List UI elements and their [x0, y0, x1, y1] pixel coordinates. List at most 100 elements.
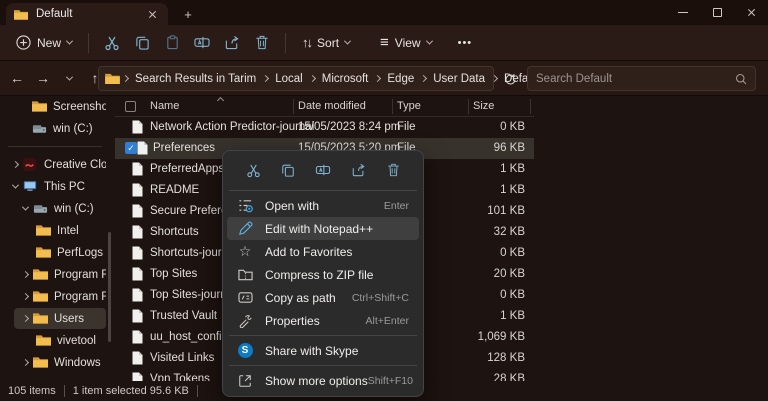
copy-icon [281, 163, 295, 177]
chevron-down-icon[interactable] [20, 206, 30, 211]
menu-item-add-to-favorites[interactable]: ☆ Add to Favorites [227, 240, 419, 263]
minimize-button[interactable] [666, 0, 700, 25]
sidebar-item-label: This PC [44, 181, 85, 193]
menu-divider [229, 190, 417, 191]
column-header-date[interactable]: Date modified [298, 100, 366, 112]
maximize-button[interactable] [700, 0, 734, 25]
checked-checkbox[interactable]: ✓ [125, 142, 137, 154]
menu-item-properties[interactable]: Properties Alt+Enter [227, 309, 419, 332]
minimize-icon [678, 12, 688, 13]
tab-close-button[interactable] [144, 6, 160, 22]
menu-item-copy-as-path[interactable]: Copy as path Ctrl+Shift+C [227, 286, 419, 309]
chevron-right-icon[interactable] [10, 162, 20, 167]
sidebar-item-win-c[interactable]: win (C:) [14, 198, 106, 219]
share-button[interactable] [344, 159, 372, 181]
sidebar-item-creative-cloud[interactable]: Creative Cloud F [4, 154, 106, 175]
sidebar-item-win-c-pinned[interactable]: win (C:) [4, 118, 106, 139]
new-button[interactable]: New [8, 30, 80, 55]
file-name: PreferredApps [150, 163, 224, 175]
file-type: File [397, 121, 416, 133]
more-options-icon [237, 373, 253, 389]
plus-circle-icon [16, 35, 31, 50]
file-size: 1,069 KB [445, 331, 525, 343]
recent-locations-button[interactable] [56, 65, 82, 91]
sidebar-item-users[interactable]: Users [14, 308, 106, 329]
chevron-down-icon [66, 38, 73, 45]
delete-button[interactable] [379, 159, 407, 181]
refresh-button[interactable] [500, 69, 520, 89]
sidebar-item-this-pc[interactable]: This PC [4, 176, 106, 197]
file-icon [132, 183, 143, 197]
forward-button[interactable]: → [30, 65, 56, 91]
address-bar[interactable]: Search Results in Tarim Local Microsoft … [98, 66, 494, 91]
menu-item-share-skype[interactable]: S Share with Skype [227, 339, 419, 362]
column-header-type[interactable]: Type [397, 100, 421, 112]
breadcrumb-segment[interactable]: Search Results in Tarim [131, 71, 260, 87]
sidebar-item-vivetool[interactable]: vivetool [4, 330, 106, 351]
search-input[interactable] [536, 73, 735, 85]
sidebar-divider [8, 146, 102, 147]
breadcrumb-segment[interactable]: Edge [383, 71, 418, 87]
rename-button[interactable] [187, 30, 217, 56]
selection-info: 1 item selected 95.6 KB [73, 385, 189, 397]
sidebar-item-label: Windows [54, 357, 101, 369]
sort-button-label: Sort [317, 36, 339, 50]
close-icon [148, 10, 157, 19]
column-header-size[interactable]: Size [473, 100, 494, 112]
rename-button[interactable] [309, 159, 337, 181]
share-icon [351, 163, 366, 177]
select-all-checkbox[interactable] [125, 101, 136, 112]
menu-item-label: Add to Favorites [265, 245, 409, 259]
chevron-right-icon[interactable] [20, 272, 30, 277]
breadcrumb-chevron-icon [310, 76, 315, 81]
file-name: Preferences [153, 142, 215, 154]
sidebar-item-program-files-x86[interactable]: Program File [14, 286, 106, 307]
copy-button[interactable] [127, 30, 157, 56]
chevron-right-icon[interactable] [20, 294, 30, 299]
chevron-right-icon[interactable] [20, 316, 30, 321]
copy-button[interactable] [274, 159, 302, 181]
sidebar-scrollbar[interactable] [108, 232, 111, 342]
close-window-button[interactable] [734, 0, 768, 25]
file-size: 1 KB [445, 310, 525, 322]
breadcrumb-segment[interactable]: Microsoft [318, 71, 373, 87]
sidebar-item-screenshots[interactable]: Screenshots [4, 96, 106, 117]
folder-icon [105, 73, 120, 84]
sidebar-item-intel[interactable]: Intel [4, 220, 106, 241]
file-name: README [150, 184, 199, 196]
menu-item-open-with[interactable]: Open with Enter [227, 194, 419, 217]
file-size: 1 KB [445, 163, 525, 175]
breadcrumb-segment[interactable]: Local [271, 71, 307, 87]
menu-item-show-more-options[interactable]: Show more options Shift+F10 [227, 369, 419, 392]
see-more-button[interactable]: ••• [450, 32, 481, 54]
paste-button[interactable] [157, 30, 187, 56]
breadcrumb-segment[interactable]: User Data [429, 71, 489, 87]
explorer-tab[interactable]: Default [6, 3, 168, 25]
file-row[interactable]: Network Action Predictor-journal 15/05/2… [115, 117, 534, 138]
file-icon [137, 141, 148, 155]
chevron-down-icon[interactable] [10, 184, 20, 189]
search-box[interactable] [527, 66, 756, 91]
cut-button[interactable] [239, 159, 267, 181]
computer-icon [23, 180, 38, 193]
sidebar-item-windows[interactable]: Windows [14, 352, 106, 373]
delete-button[interactable] [247, 30, 277, 56]
menu-item-label: Properties [265, 314, 366, 328]
new-tab-button[interactable]: + [180, 6, 196, 22]
view-button[interactable]: ≡ View [372, 30, 440, 55]
file-size: 1 KB [445, 184, 525, 196]
folder-icon [36, 334, 51, 347]
menu-item-compress-zip[interactable]: Compress to ZIP file [227, 263, 419, 286]
column-header-name[interactable]: Name [150, 100, 179, 112]
menu-item-edit-with-notepad[interactable]: Edit with Notepad++ [227, 217, 419, 240]
back-button[interactable]: ← [4, 65, 30, 91]
sidebar-item-perflogs[interactable]: PerfLogs [4, 242, 106, 263]
sort-button[interactable]: ↑↓ Sort [294, 31, 358, 55]
share-button[interactable] [217, 30, 247, 56]
folder-icon [33, 268, 48, 281]
cut-button[interactable] [97, 30, 127, 56]
sidebar-item-label: Creative Cloud F [44, 159, 106, 171]
chevron-right-icon[interactable] [20, 360, 30, 365]
sidebar-item-program-files[interactable]: Program File [14, 264, 106, 285]
maximize-icon [713, 8, 722, 17]
